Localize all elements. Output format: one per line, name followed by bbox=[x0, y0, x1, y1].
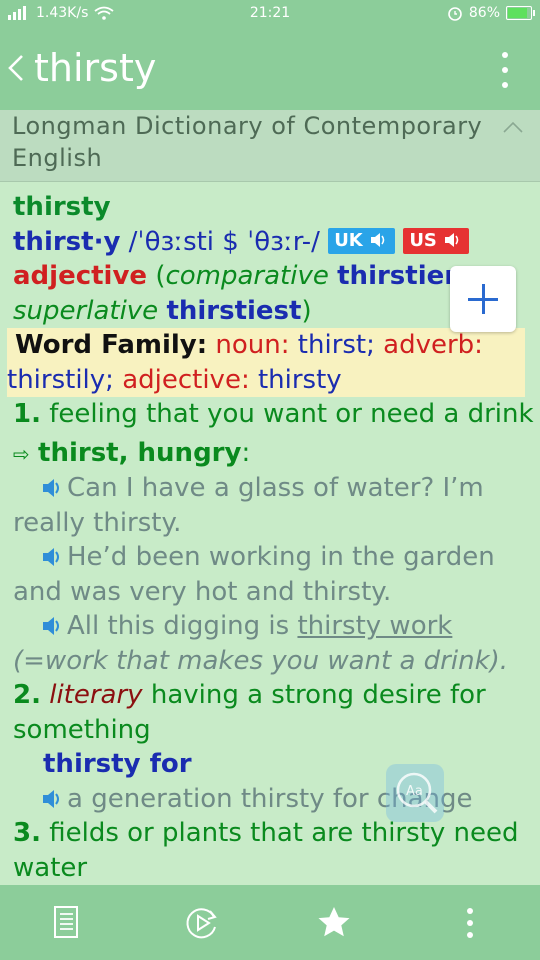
bottom-toolbar bbox=[0, 885, 540, 960]
headword: thirsty bbox=[13, 192, 111, 222]
dictionary-header[interactable]: Longman Dictionary of Contemporary Engli… bbox=[0, 110, 540, 182]
word-family-box: Word Family: noun: thirst; adverb: thirs… bbox=[7, 328, 525, 397]
comparative-form[interactable]: thirstier, bbox=[337, 261, 463, 291]
battery-icon bbox=[506, 6, 535, 20]
sense-3: 3. fields or plants that are thirsty nee… bbox=[13, 818, 519, 848]
example: a generation thirsty for change bbox=[13, 782, 530, 817]
syllabified-headword: thirst·y bbox=[13, 226, 121, 257]
part-of-speech: adjective bbox=[13, 261, 148, 291]
sense-1: 1. feeling that you want or need a drink bbox=[13, 399, 534, 429]
top-bar: 1.43K/s 21:21 86% thirsty bbox=[0, 0, 540, 110]
app-bar: thirsty bbox=[0, 30, 540, 110]
register-label: literary bbox=[49, 680, 143, 710]
sense-2-definition-cont: something bbox=[13, 714, 151, 745]
example-continuation: and was very hot and thirsty. bbox=[13, 576, 392, 607]
cross-ref-arrow-icon: ⇨ bbox=[13, 441, 30, 466]
speaker-icon bbox=[371, 232, 385, 247]
svg-text:Aa: Aa bbox=[406, 784, 423, 799]
speaker-icon[interactable] bbox=[41, 789, 63, 809]
chevron-left-icon[interactable] bbox=[6, 48, 30, 88]
speaker-icon[interactable] bbox=[41, 616, 63, 636]
document-list-icon[interactable] bbox=[46, 903, 86, 943]
example: Can I have a glass of water? I’m bbox=[13, 471, 530, 506]
battery-percent: 86% bbox=[468, 5, 500, 21]
example-continuation: really thirsty. bbox=[13, 507, 182, 538]
more-vertical-icon[interactable] bbox=[450, 903, 490, 943]
audio-us-button[interactable]: US bbox=[403, 227, 470, 254]
quick-lookup-button[interactable]: Aa bbox=[386, 764, 444, 822]
more-vertical-icon[interactable] bbox=[500, 52, 510, 88]
sense-2: 2. literary having a strong desire for bbox=[13, 680, 486, 710]
example: He’d been working in the garden bbox=[13, 540, 530, 575]
wf-noun[interactable]: thirst; bbox=[298, 330, 375, 360]
wf-noun-label: noun: bbox=[215, 330, 290, 360]
wf-adverb[interactable]: thirstily; bbox=[7, 365, 114, 395]
wf-adjective-label: adjective: bbox=[122, 364, 250, 395]
collocation: thirsty for bbox=[43, 749, 192, 779]
superlative-form[interactable]: thirstiest bbox=[166, 296, 301, 326]
pronunciation: /ˈθɜːsti $ ˈθɜːr-/ bbox=[128, 226, 320, 257]
comparative-label: comparative bbox=[165, 261, 329, 291]
play-cycle-icon[interactable] bbox=[182, 903, 222, 943]
star-icon[interactable] bbox=[314, 903, 354, 943]
related-words[interactable]: thirst, hungry bbox=[38, 438, 241, 468]
audio-uk-button[interactable]: UK bbox=[328, 227, 396, 254]
dictionary-name: Longman Dictionary of Contemporary Engli… bbox=[12, 112, 483, 172]
magnifier-aa-icon: Aa bbox=[396, 772, 438, 814]
speaker-icon[interactable] bbox=[41, 547, 63, 567]
superlative-label: superlative bbox=[13, 295, 159, 326]
status-bar: 1.43K/s 21:21 86% bbox=[0, 0, 540, 30]
example: All this digging is thirsty work bbox=[13, 609, 530, 644]
alarm-icon bbox=[448, 7, 462, 21]
sense-3-definition-cont: water bbox=[13, 852, 88, 883]
example-gloss: (=work that makes you want a drink). bbox=[13, 645, 509, 676]
page-title: thirsty bbox=[34, 46, 157, 90]
collocation-link[interactable]: thirsty work bbox=[297, 611, 452, 641]
clock: 21:21 bbox=[249, 5, 291, 21]
sense-1-definition: feeling that you want or need a drink bbox=[49, 399, 534, 429]
wf-adjective[interactable]: thirsty bbox=[258, 365, 342, 395]
speaker-icon[interactable] bbox=[41, 478, 63, 498]
speaker-icon bbox=[445, 232, 459, 247]
word-family-label: Word Family: bbox=[15, 330, 208, 360]
chevron-up-icon[interactable] bbox=[502, 116, 524, 138]
add-word-button[interactable] bbox=[450, 266, 516, 332]
wf-adverb-label: adverb: bbox=[383, 330, 483, 360]
